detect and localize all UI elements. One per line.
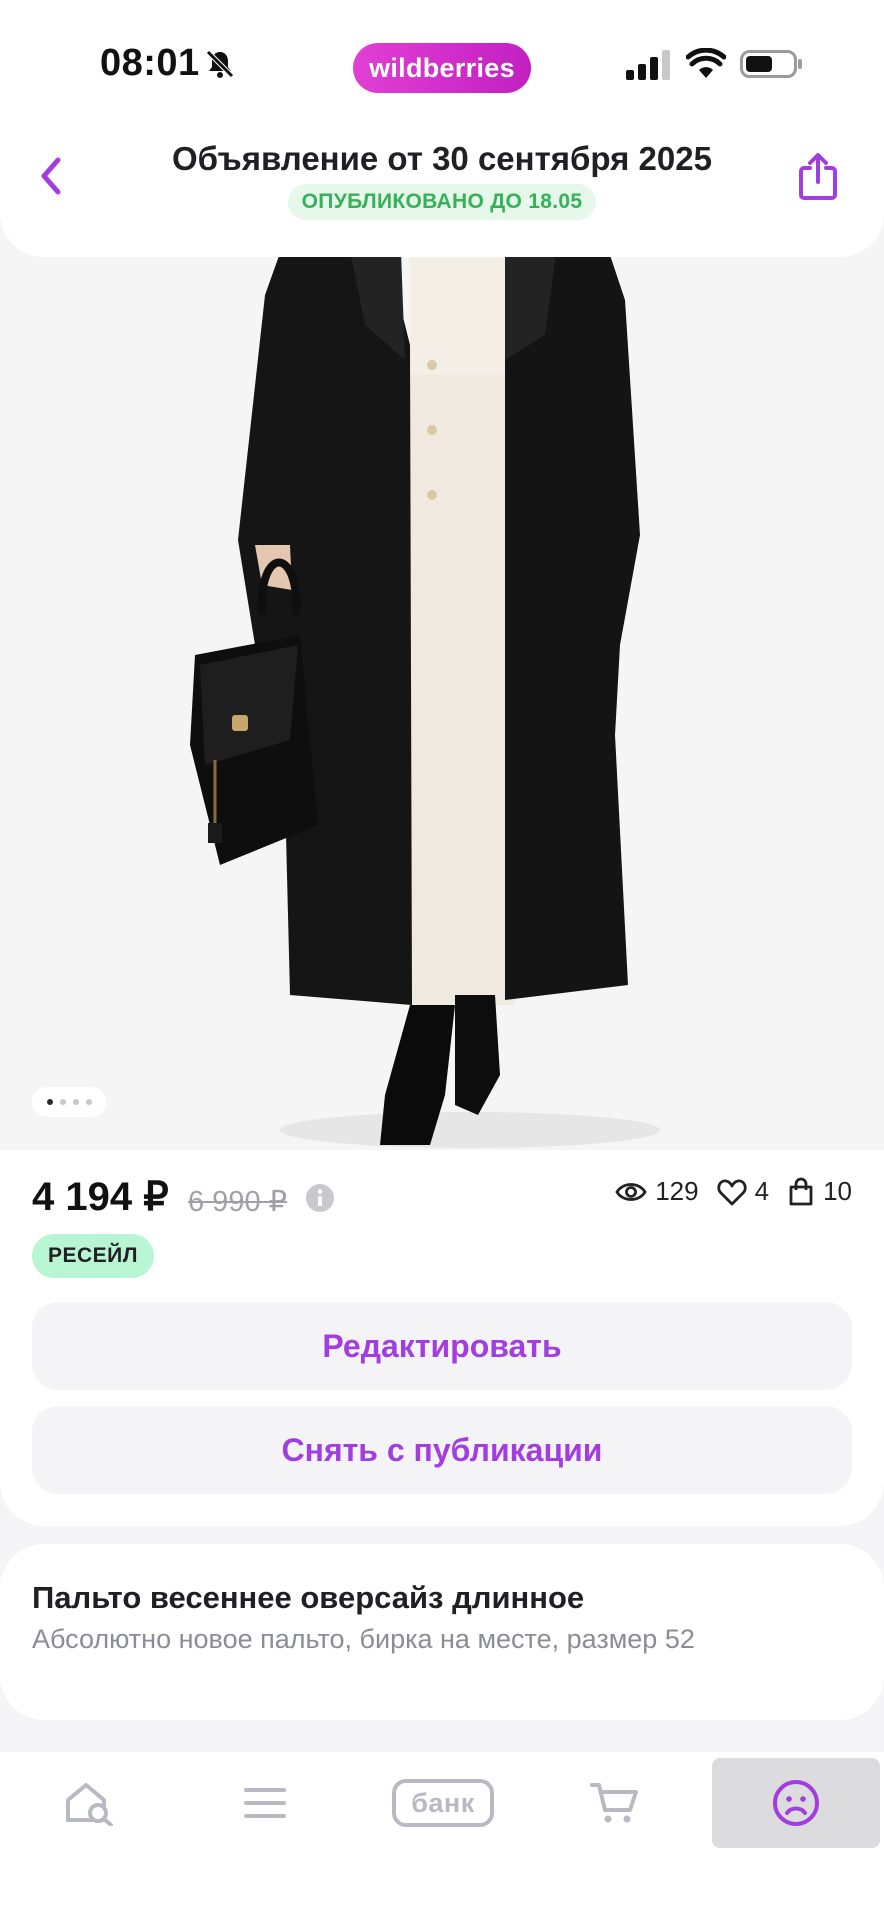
shopping-bag-icon (789, 1177, 813, 1205)
nav-bank[interactable]: банк (380, 1758, 506, 1848)
listing-stats: 129 4 10 (615, 1176, 852, 1207)
bottom-navigation: банк (0, 1752, 884, 1920)
battery-icon (740, 50, 802, 78)
eye-icon (615, 1182, 647, 1201)
page-header: Объявление от 30 сентября 2025 ОПУБЛИКОВ… (0, 120, 884, 257)
cart-icon (590, 1783, 638, 1823)
nav-home[interactable] (40, 1758, 140, 1848)
unpublish-button[interactable]: Снять с публикации (32, 1406, 852, 1494)
description-card: Пальто весеннее оверсайз длинное Абсолют… (0, 1544, 884, 1720)
views-stat: 129 (615, 1176, 699, 1207)
likes-count: 4 (754, 1176, 770, 1206)
heart-icon (717, 1179, 747, 1205)
publication-status-badge: ОПУБЛИКОВАНО ДО 18.05 (287, 184, 597, 220)
gallery-page-indicator (32, 1087, 106, 1117)
home-search-icon (66, 1783, 113, 1826)
old-price: 6 990 ₽ (188, 1186, 288, 1218)
signal-icon (626, 50, 670, 80)
nav-profile[interactable] (712, 1758, 880, 1848)
bell-muted-icon (206, 50, 234, 78)
info-icon[interactable] (305, 1183, 335, 1213)
bank-icon: банк (392, 1779, 494, 1827)
product-title: Пальто весеннее оверсайз длинное (32, 1580, 585, 1615)
product-photo (0, 225, 884, 1150)
page-title: Объявление от 30 сентября 2025 (172, 140, 712, 177)
brand-logo: wildberries (353, 43, 531, 93)
edit-button[interactable]: Редактировать (32, 1302, 852, 1390)
nav-cart[interactable] (565, 1758, 665, 1848)
share-icon[interactable] (796, 150, 840, 202)
current-price: 4 194 ₽ (32, 1175, 169, 1219)
product-description: Абсолютно новое пальто, бирка на месте, … (32, 1624, 695, 1654)
in-cart-count: 10 (823, 1176, 852, 1206)
product-image-gallery[interactable] (0, 225, 884, 1150)
wifi-icon (686, 48, 726, 78)
status-time: 08:01 (100, 42, 200, 84)
product-info-card: 4 194 ₽ 6 990 ₽ 129 4 10 РЕСЕЙЛ Редактир… (0, 1150, 884, 1526)
carts-stat: 10 (787, 1176, 852, 1207)
menu-icon (244, 1788, 286, 1818)
status-bar: 08:01 wildberries (0, 0, 884, 120)
resale-tag: РЕСЕЙЛ (32, 1234, 155, 1278)
views-count: 129 (655, 1176, 699, 1206)
profile-icon (773, 1780, 819, 1826)
nav-catalog[interactable] (215, 1758, 315, 1848)
likes-stat: 4 (717, 1176, 769, 1207)
